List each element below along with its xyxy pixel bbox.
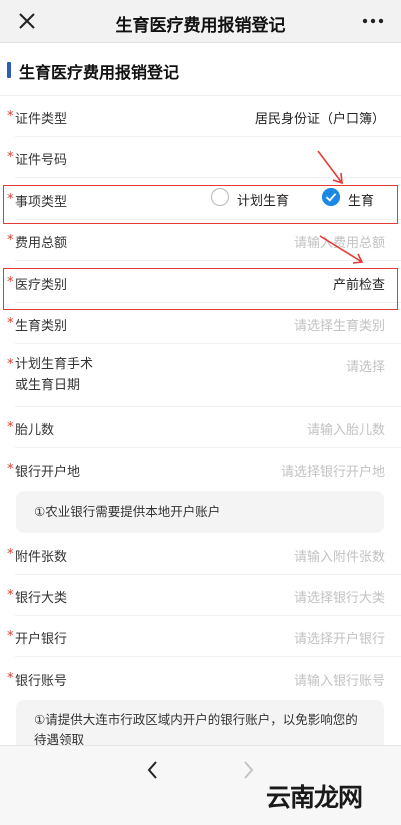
id-number-row[interactable]: * 证件号码 <box>0 138 401 178</box>
id-type-label: 证件类型 <box>15 112 68 127</box>
divider <box>15 136 401 137</box>
attachment-count-row[interactable]: * 附件张数 请输入附件张数 <box>0 535 401 575</box>
bank-major-row[interactable]: * 银行大类 请选择银行大类 <box>0 576 401 616</box>
required-mark: * <box>7 420 14 435</box>
required-mark: * <box>7 109 14 124</box>
required-mark: * <box>7 671 14 686</box>
required-mark: * <box>7 629 14 644</box>
divider <box>15 615 401 616</box>
required-mark: * <box>7 316 14 331</box>
divider <box>15 343 401 344</box>
divider <box>0 95 401 96</box>
fetus-count-row[interactable]: * 胎儿数 请输入胎儿数 <box>0 408 401 448</box>
back-arrow-icon[interactable] <box>143 758 163 782</box>
birth-category-select[interactable]: 请选择生育类别 <box>294 315 385 334</box>
divider <box>15 177 401 178</box>
required-mark: * <box>7 150 14 165</box>
total-cost-input[interactable]: 请输入费用总额 <box>294 232 385 251</box>
attachment-count-label: 附件张数 <box>15 550 68 565</box>
divider <box>15 656 401 657</box>
birth-category-row[interactable]: * 生育类别 请选择生育类别 <box>0 304 401 344</box>
bank-account-input[interactable]: 请输入银行账号 <box>294 670 385 689</box>
id-type-value[interactable]: 居民身份证（户口簿） <box>255 108 385 127</box>
heading-accent-bar <box>7 62 11 78</box>
attachment-count-input[interactable]: 请输入附件张数 <box>294 546 385 565</box>
total-cost-row[interactable]: * 费用总额 请输入费用总额 <box>0 221 401 261</box>
forward-arrow-icon[interactable] <box>238 758 258 782</box>
fetus-count-input[interactable]: 请输入胎儿数 <box>307 419 385 438</box>
divider <box>15 260 401 261</box>
page-title-text: 生育医疗费用报销登记 <box>19 63 180 82</box>
bank-major-label: 银行大类 <box>15 591 68 606</box>
divider <box>15 447 401 448</box>
required-mark: * <box>7 547 14 562</box>
bank-note-agri: ①农业银行需要提供本地开户账户 <box>16 491 384 533</box>
title-bar: 生育医疗费用报销登记 <box>0 0 401 43</box>
opening-bank-select[interactable]: 请选择开户银行 <box>294 628 385 647</box>
bank-location-row[interactable]: * 银行开户地 请选择银行开户地 <box>0 450 401 488</box>
fetus-count-label: 胎儿数 <box>15 423 55 438</box>
more-icon[interactable] <box>361 8 385 34</box>
id-number-label: 证件号码 <box>15 153 68 168</box>
bank-major-select[interactable]: 请选择银行大类 <box>294 587 385 606</box>
watermark-text: 云南龙网 <box>266 783 363 812</box>
divider <box>15 574 401 575</box>
required-mark: * <box>7 233 14 248</box>
total-cost-label: 费用总额 <box>15 236 68 251</box>
watermark-logo: 云南龙网 <box>262 776 372 812</box>
bank-account-row[interactable]: * 银行账号 请输入银行账号 <box>0 659 401 697</box>
required-mark: * <box>7 588 14 603</box>
bank-account-label: 银行账号 <box>15 674 68 689</box>
surgery-date-label: 计划生育手术 或生育日期 <box>15 354 93 396</box>
required-mark: * <box>7 462 14 477</box>
id-type-row[interactable]: * 证件类型 居民身份证（户口簿） <box>0 97 401 137</box>
birth-category-label: 生育类别 <box>15 319 68 334</box>
highlight-box-medical-category <box>3 268 398 310</box>
highlight-box-matter-type <box>3 185 398 224</box>
bank-location-select[interactable]: 请选择银行开户地 <box>281 461 385 480</box>
opening-bank-row[interactable]: * 开户银行 请选择开户银行 <box>0 617 401 657</box>
required-mark: * <box>7 357 14 372</box>
surgery-date-label-line1: 计划生育手术 <box>15 357 94 372</box>
bank-location-label: 银行开户地 <box>15 465 81 480</box>
opening-bank-label: 开户银行 <box>15 632 68 647</box>
surgery-date-label-line2: 或生育日期 <box>15 378 81 393</box>
surgery-date-picker[interactable]: 请选择 <box>346 356 385 375</box>
divider <box>15 406 401 407</box>
surgery-date-row[interactable]: * 计划生育手术 或生育日期 请选择 <box>0 345 401 407</box>
window-title: 生育医疗费用报销登记 <box>115 16 286 36</box>
